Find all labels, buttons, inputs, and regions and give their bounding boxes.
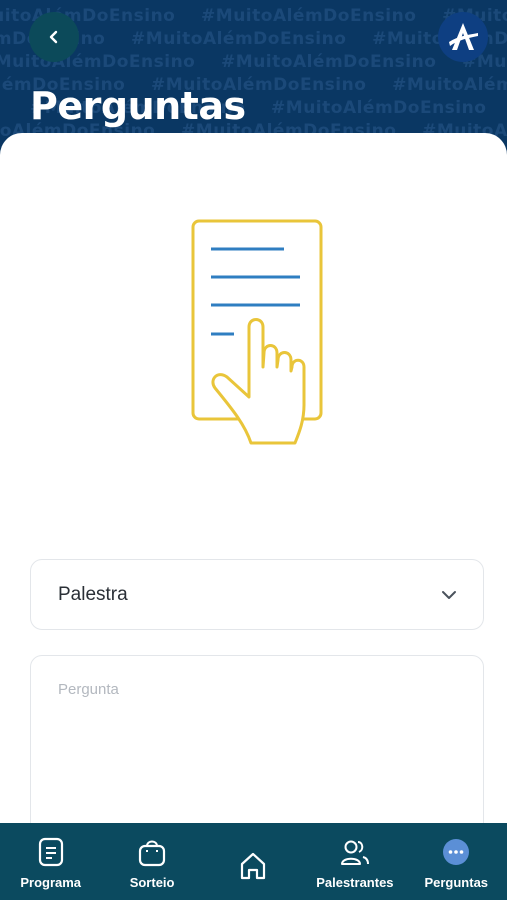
bottom-navigation: Programa Sorteio Palestrantes Perguntas (0, 823, 507, 900)
nav-item-home[interactable] (203, 823, 304, 900)
nav-label-programa: Programa (20, 875, 82, 890)
questions-illustration (187, 215, 329, 452)
chevron-left-icon (49, 30, 58, 44)
home-icon (241, 852, 266, 880)
page-title: Perguntas (30, 84, 246, 128)
gift-icon (138, 840, 166, 867)
chat-dots-icon (443, 839, 470, 865)
people-icon (340, 840, 369, 865)
nav-item-palestrantes[interactable]: Palestrantes (304, 823, 405, 900)
logo-icon (449, 23, 478, 50)
nav-label-perguntas: Perguntas (424, 875, 489, 890)
app-logo (438, 12, 488, 62)
back-button[interactable] (29, 12, 79, 62)
document-icon (38, 837, 63, 867)
talk-select[interactable]: Palestra (30, 559, 484, 630)
chevron-down-icon (442, 591, 456, 599)
nav-item-sorteio[interactable]: Sorteio (101, 823, 202, 900)
nav-item-programa[interactable]: Programa (0, 823, 101, 900)
talk-select-value: Palestra (58, 583, 128, 605)
nav-label-palestrantes: Palestrantes (316, 875, 394, 890)
nav-item-perguntas[interactable]: Perguntas (406, 823, 507, 900)
nav-label-sorteio: Sorteio (129, 875, 175, 890)
